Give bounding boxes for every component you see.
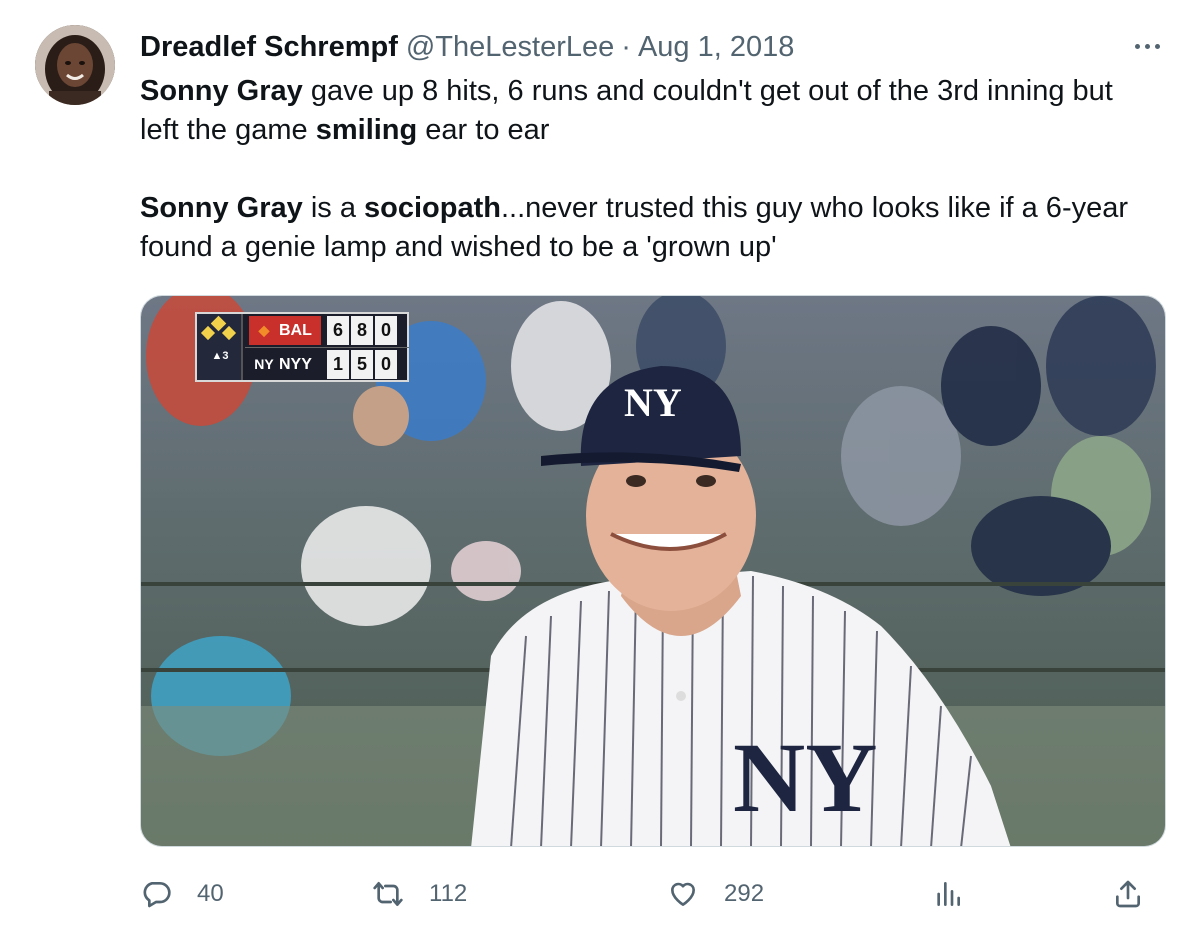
tweet-date[interactable]: Aug 1, 2018 <box>638 28 794 66</box>
tweet-paragraph: Sonny Gray gave up 8 hits, 6 runs and co… <box>140 72 1150 150</box>
more-icon[interactable] <box>1125 34 1169 58</box>
bases-diamond: ▲3 <box>197 314 243 380</box>
bold-text: Sonny Gray <box>140 75 303 107</box>
team-name: NYY <box>279 356 312 373</box>
retweet-icon <box>373 882 403 906</box>
yankees-logo-icon: NY <box>254 356 274 372</box>
jersey-logo: NY <box>733 722 877 833</box>
inning-indicator: ▲3 <box>211 350 229 362</box>
hits: 5 <box>351 350 373 379</box>
heart-icon <box>671 882 695 906</box>
hits: 8 <box>351 316 373 345</box>
tweet-header: Dreadlef Schrempf @TheLesterLee · Aug 1,… <box>140 28 794 68</box>
reply-icon <box>143 882 171 908</box>
share-button[interactable] <box>1112 870 1144 918</box>
retweet-button[interactable]: 112 <box>372 870 467 918</box>
reply-count: 40 <box>197 880 224 907</box>
plain-text: is a <box>302 192 365 224</box>
tweet-text: Sonny Gray gave up 8 hits, 6 runs and co… <box>140 72 1150 267</box>
bold-text: Sonny Gray <box>140 192 303 224</box>
views-icon <box>937 882 960 906</box>
errors: 0 <box>375 316 397 345</box>
author-handle[interactable]: @TheLesterLee <box>406 28 614 66</box>
bold-text: smiling <box>315 114 418 146</box>
runs: 6 <box>327 316 349 345</box>
scorebug-row-away: ◆ BAL 6 8 0 <box>245 314 409 347</box>
cap-logo: NY <box>624 380 682 425</box>
bold-text: sociopath <box>364 192 501 224</box>
like-count: 292 <box>724 880 765 907</box>
views-button[interactable] <box>932 870 964 918</box>
reply-button[interactable]: 40 <box>140 870 224 918</box>
scorebug-row-home: NY NYY 1 5 0 <box>245 347 409 380</box>
tweet-card: Dreadlef Schrempf @TheLesterLee · Aug 1,… <box>0 0 1200 942</box>
like-button[interactable]: 292 <box>667 870 764 918</box>
share-icon <box>1116 880 1140 908</box>
tweet-actions: 40 112 292 <box>140 870 1170 918</box>
more-dot <box>1134 43 1140 49</box>
tweet-paragraph: Sonny Gray is a sociopath...never truste… <box>140 189 1150 267</box>
team-abbr: NY NYY <box>249 350 321 379</box>
scorebug: ▲3 ◆ BAL 6 8 0 NY NYY 1 5 0 <box>195 312 409 382</box>
plain-text: ear to ear <box>417 114 550 146</box>
runs: 1 <box>327 350 349 379</box>
errors: 0 <box>375 350 397 379</box>
author-name[interactable]: Dreadlef Schrempf <box>140 28 398 66</box>
team-name: BAL <box>279 322 312 339</box>
avatar[interactable] <box>35 25 115 105</box>
team-abbr: ◆ BAL <box>249 316 321 345</box>
more-dot <box>1144 43 1150 49</box>
header-separator: · <box>621 31 631 63</box>
orioles-logo-icon: ◆ <box>258 322 270 338</box>
retweet-count: 112 <box>429 880 468 907</box>
more-dot <box>1154 43 1160 49</box>
